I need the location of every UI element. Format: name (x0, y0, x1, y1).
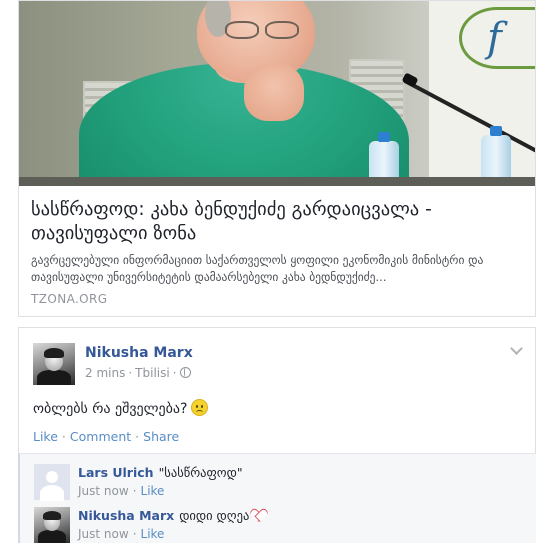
avatar[interactable] (34, 507, 70, 543)
post-message: ობლებს რა ეშველება? (33, 399, 209, 417)
link-preview-card[interactable]: f სასწრაფოდ: კახა ბენდუქიძე გარდაიცვალა … (18, 0, 536, 317)
comment-text: დიდი დღეა (179, 508, 250, 523)
link-description: გავრცელებული ინფორმაციით საქართველოს ყოფ… (31, 253, 484, 284)
comment-like-button[interactable]: Like (141, 484, 165, 498)
heart-icon (252, 509, 266, 521)
photo-person-glasses-left (225, 21, 259, 39)
meta-separator: · (172, 366, 177, 380)
post-timestamp[interactable]: 2 mins (85, 366, 125, 380)
post-meta: 2 mins · Tbilisi · (85, 366, 191, 380)
share-button[interactable]: Share (143, 429, 179, 444)
post-author-name[interactable]: Nikusha Marx (85, 345, 193, 361)
post-message-text: ობლებს რა ეშველება? (33, 401, 188, 417)
comment-list: Lars Ulrich "სასწრაფოდ" Just now · Like Nik… (18, 453, 536, 543)
link-preview-image[interactable]: f (19, 1, 535, 186)
post-location[interactable]: Tbilisi (135, 366, 170, 380)
action-separator: · (61, 429, 66, 444)
comment-body: Nikusha Marx დიდი დღეა (78, 508, 266, 523)
post-action-bar: Like · Comment · Share (33, 429, 179, 444)
chevron-down-icon[interactable] (510, 342, 523, 355)
like-button[interactable]: Like (33, 429, 58, 444)
comment-timestamp[interactable]: Just now (78, 484, 129, 498)
avatar-body (37, 370, 71, 385)
comment-meta: Just now · Like (78, 527, 164, 541)
comment-item: Lars Ulrich "სასწრაფოდ" Just now · Like (34, 464, 524, 508)
avatar[interactable] (33, 343, 75, 385)
silhouette-head (46, 471, 58, 483)
link-title[interactable]: სასწრაფოდ: კახა ბენდუქიძე გარდაიცვალა - … (31, 198, 527, 246)
photo-person-hand (244, 63, 304, 121)
photo-person-glasses-right (265, 21, 299, 39)
post-card: Nikusha Marx 2 mins · Tbilisi · ობლებს რა ე… (18, 327, 536, 543)
avatar-hair (44, 348, 64, 358)
globe-icon[interactable] (179, 367, 191, 378)
photo-table (19, 177, 535, 186)
comment-meta: Just now · Like (78, 484, 164, 498)
meta-separator: · (132, 484, 137, 498)
comment-body: Lars Ulrich "სასწრაფოდ" (78, 465, 243, 480)
avatar-hair (43, 511, 61, 520)
meta-separator: · (132, 527, 137, 541)
meta-separator: · (128, 366, 133, 380)
comment-timestamp[interactable]: Just now (78, 527, 129, 541)
silhouette-body (40, 485, 64, 501)
action-separator: · (135, 429, 140, 444)
comment-item: Nikusha Marx დიდი დღეა Just now · Like (34, 507, 524, 543)
link-domain: TZONA.ORG (31, 292, 108, 306)
comment-text: "სასწრაფოდ" (158, 465, 243, 480)
frown-emoji-icon (191, 399, 209, 416)
comment-author[interactable]: Lars Ulrich (78, 465, 154, 480)
comment-author[interactable]: Nikusha Marx (78, 508, 174, 523)
comment-button[interactable]: Comment (70, 429, 131, 444)
default-avatar-icon[interactable] (34, 464, 70, 501)
avatar-body (38, 530, 66, 543)
photo-logo-letter: f (487, 15, 502, 61)
comment-like-button[interactable]: Like (141, 527, 165, 541)
